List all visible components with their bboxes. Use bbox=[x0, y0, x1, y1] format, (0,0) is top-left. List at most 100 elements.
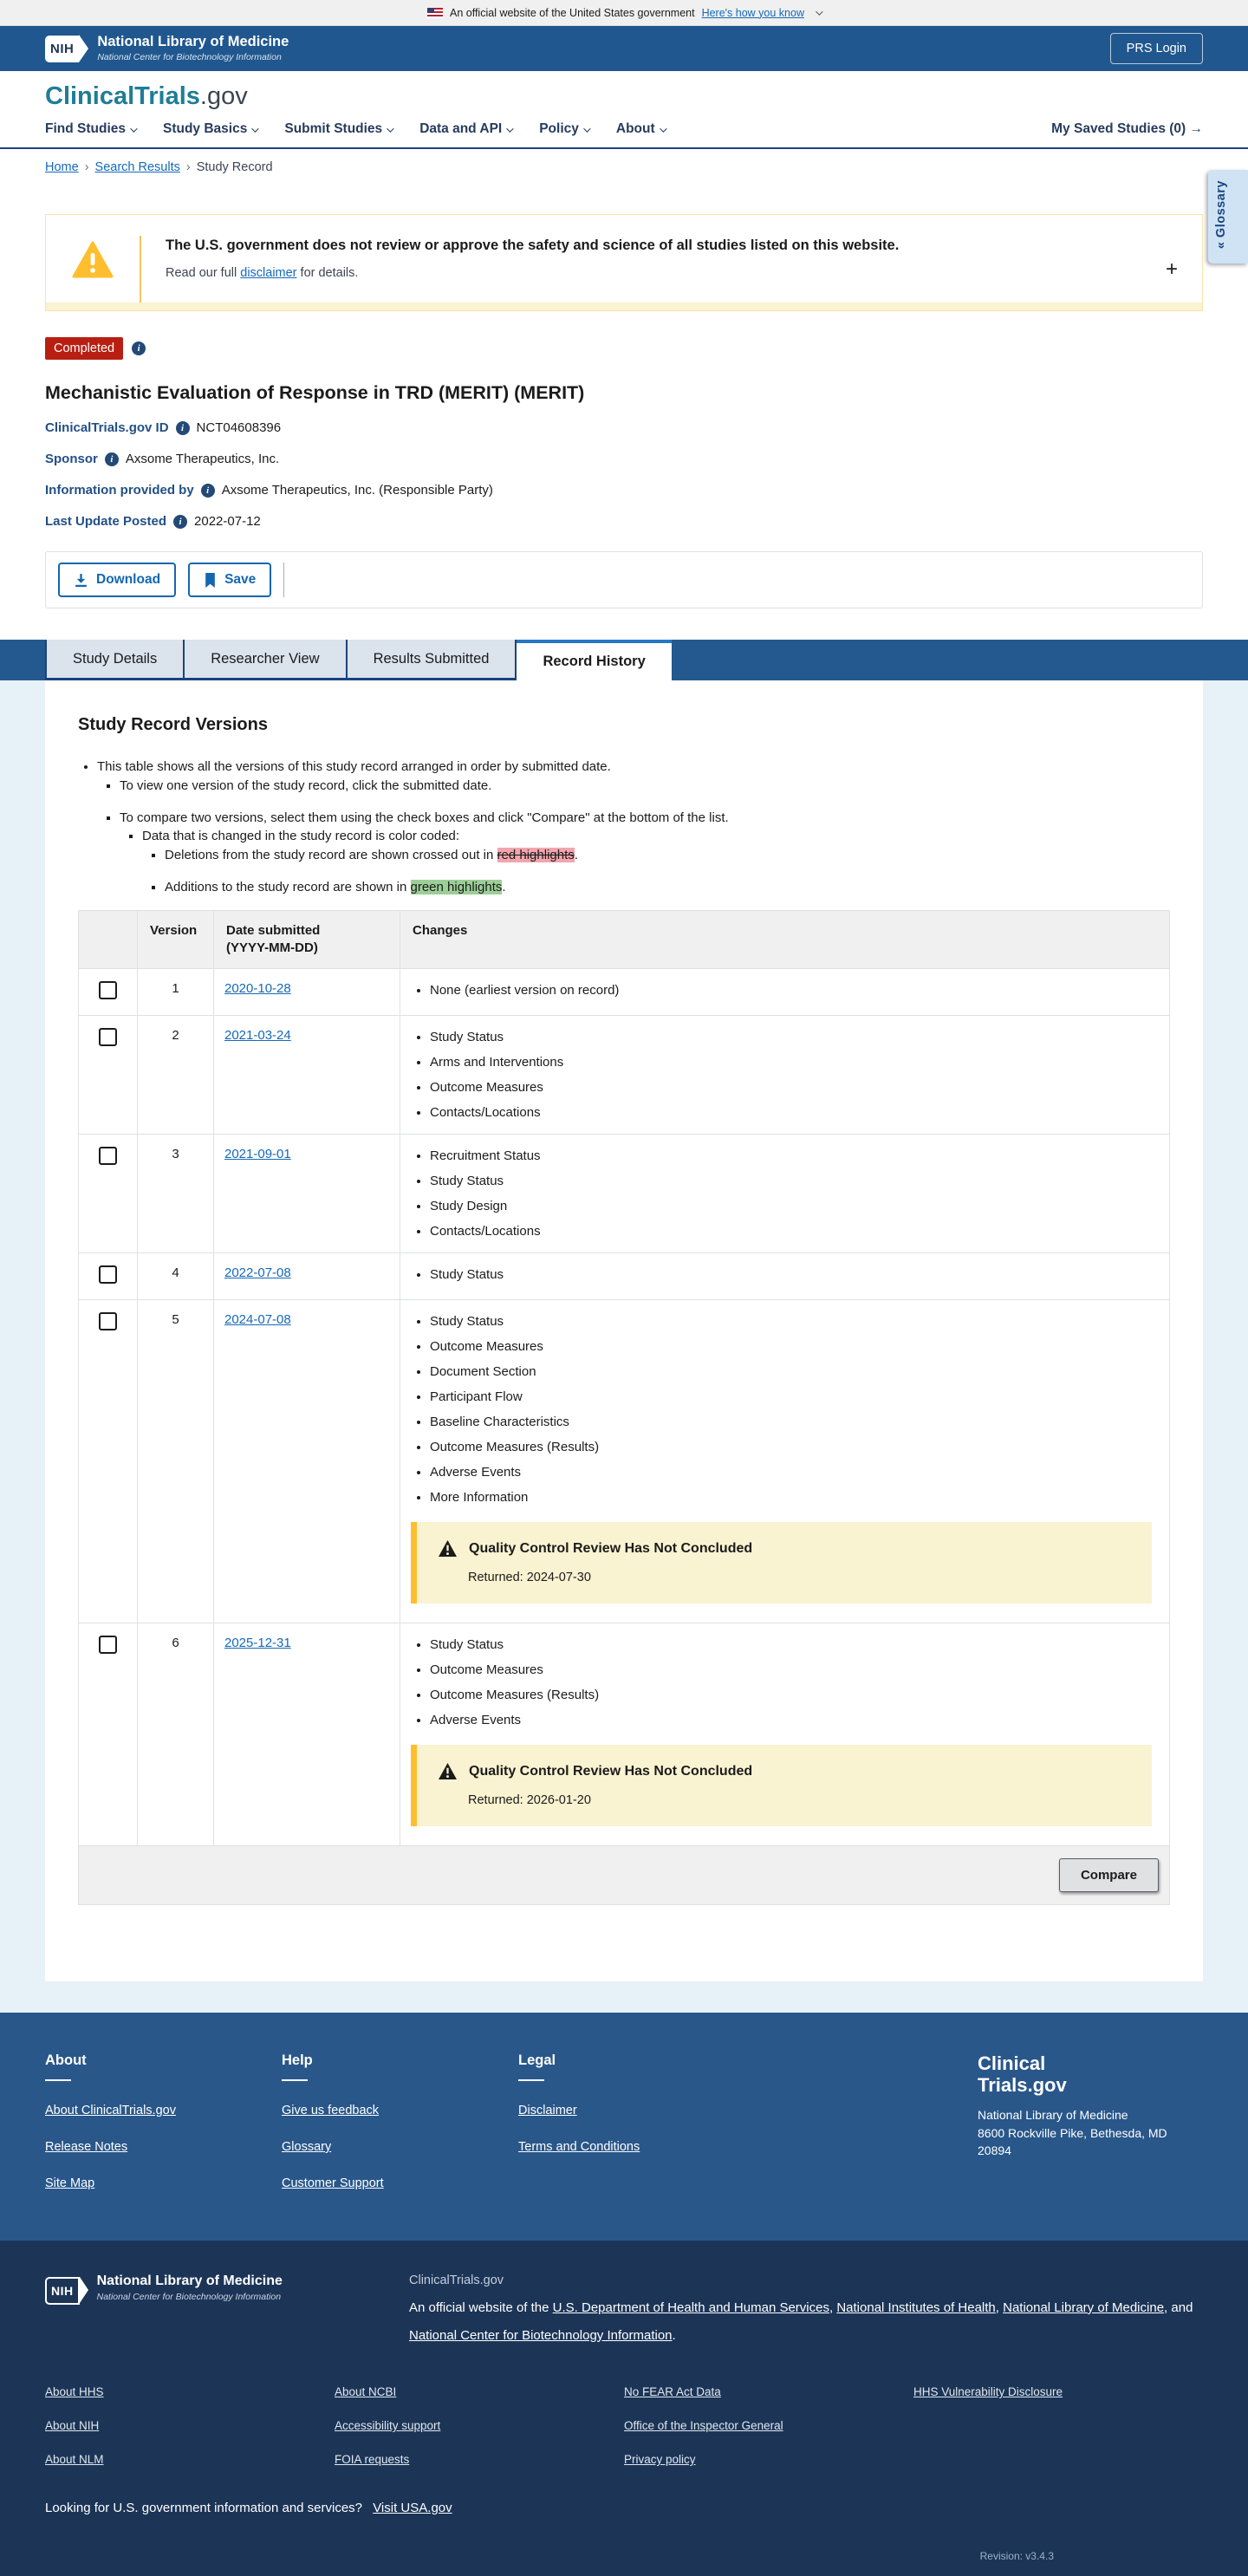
prs-login-button[interactable]: PRS Login bbox=[1110, 33, 1203, 64]
tab-strip: Study DetailsResearcher ViewResults Subm… bbox=[0, 640, 1248, 680]
table-row: 22021-03-24Study StatusArms and Interven… bbox=[79, 1016, 1170, 1135]
table-footer-row: Compare bbox=[79, 1846, 1170, 1905]
change-item: Contacts/Locations bbox=[430, 1105, 1159, 1120]
footer-link-disclaimer[interactable]: Disclaimer bbox=[518, 2104, 755, 2117]
version-date-link[interactable]: 2024-07-08 bbox=[224, 1312, 291, 1327]
version-checkbox[interactable] bbox=[99, 981, 117, 999]
change-item: Outcome Measures (Results) bbox=[430, 1688, 1159, 1702]
nav-item-submit-studies[interactable]: Submit Studies bbox=[284, 121, 392, 137]
how-you-know-link[interactable]: Here's how you know bbox=[702, 7, 804, 19]
nlm-link-no-fear-act-data[interactable]: No FEAR Act Data bbox=[624, 2385, 913, 2398]
save-button[interactable]: Save bbox=[188, 563, 271, 597]
my-saved-studies-link[interactable]: My Saved Studies (0) → bbox=[1051, 121, 1203, 137]
footer-link-release-notes[interactable]: Release Notes bbox=[45, 2140, 282, 2154]
nlm-link-about-nih[interactable]: About NIH bbox=[45, 2419, 335, 2432]
footer-link-site-map[interactable]: Site Map bbox=[45, 2176, 282, 2190]
nlm-link-accessibility-support[interactable]: Accessibility support bbox=[335, 2419, 624, 2432]
info-icon[interactable]: i bbox=[105, 452, 119, 466]
tab-study-details[interactable]: Study Details bbox=[45, 640, 185, 680]
table-row: 42022-07-08Study Status bbox=[79, 1253, 1170, 1300]
version-date-link[interactable]: 2021-09-01 bbox=[224, 1147, 291, 1161]
nav-item-about[interactable]: About bbox=[616, 121, 665, 137]
tab-results-submitted[interactable]: Results Submitted bbox=[348, 640, 517, 680]
nlm-link-privacy-policy[interactable]: Privacy policy bbox=[624, 2453, 913, 2466]
chevron-down-icon bbox=[252, 125, 259, 132]
revision-label: Revision: v3.4.3 bbox=[45, 2550, 1203, 2562]
change-item: None (earliest version on record) bbox=[430, 983, 1159, 998]
section-heading: Study Record Versions bbox=[78, 715, 1170, 735]
version-checkbox[interactable] bbox=[99, 1312, 117, 1330]
changes-cell: Study StatusOutcome MeasuresOutcome Meas… bbox=[400, 1623, 1170, 1846]
intro-line-4b: Additions to the study record are shown … bbox=[165, 878, 1170, 897]
study-fields: ClinicalTrials.gov IDiNCT04608396Sponsor… bbox=[45, 420, 1203, 529]
footer-link-give-us-feedback[interactable]: Give us feedback bbox=[282, 2104, 518, 2117]
version-column-header: Version bbox=[138, 910, 214, 969]
breadcrumb-home[interactable]: Home bbox=[45, 160, 79, 174]
changes-cell: None (earliest version on record) bbox=[400, 969, 1170, 1016]
official-link-national-institutes-of-health[interactable]: National Institutes of Health bbox=[836, 2300, 995, 2315]
footer-link-glossary[interactable]: Glossary bbox=[282, 2140, 518, 2154]
version-date-link[interactable]: 2022-07-08 bbox=[224, 1265, 291, 1280]
expand-banner-button[interactable]: + bbox=[1141, 236, 1202, 302]
date-column-header: Date submitted (YYYY-MM-DD) bbox=[214, 910, 400, 969]
nlm-link-about-ncbi[interactable]: About NCBI bbox=[335, 2385, 624, 2398]
version-checkbox[interactable] bbox=[99, 1147, 117, 1165]
nav-item-data-and-api[interactable]: Data and API bbox=[419, 121, 511, 137]
field-value: 2022-07-12 bbox=[194, 514, 261, 529]
nlm-footer-logo[interactable]: NIH National Library of Medicine Nationa… bbox=[45, 2274, 409, 2349]
official-link-national-library-of-medicine[interactable]: National Library of Medicine bbox=[1003, 2300, 1164, 2315]
table-row: 52024-07-08Study StatusOutcome MeasuresD… bbox=[79, 1300, 1170, 1623]
field-value: Axsome Therapeutics, Inc. (Responsible P… bbox=[222, 483, 493, 498]
footer-column-help: Help Give us feedback Glossary Customer Sup… bbox=[282, 2052, 518, 2190]
field-label: Sponsor bbox=[45, 452, 98, 466]
intro-line-4a: Deletions from the study record are show… bbox=[165, 846, 1170, 865]
version-cell: 5 bbox=[138, 1300, 214, 1623]
official-link-u-s-department-of-health-and-human-services[interactable]: U.S. Department of Health and Human Serv… bbox=[553, 2300, 829, 2315]
info-icon[interactable]: i bbox=[173, 515, 187, 529]
info-icon[interactable]: i bbox=[132, 342, 146, 355]
version-checkbox[interactable] bbox=[99, 1265, 117, 1284]
official-link-national-center-for-biotechnology-information[interactable]: National Center for Biotechnology Inform… bbox=[409, 2328, 673, 2343]
change-item: Study Status bbox=[430, 1030, 1159, 1044]
info-icon[interactable]: i bbox=[201, 484, 215, 498]
nih-logo[interactable]: NIH National Library of Medicine Nationa… bbox=[45, 34, 289, 62]
version-checkbox[interactable] bbox=[99, 1636, 117, 1654]
field-label: Information provided by bbox=[45, 483, 194, 498]
footer-link-customer-support[interactable]: Customer Support bbox=[282, 2176, 518, 2190]
nlm-link-about-hhs[interactable]: About HHS bbox=[45, 2385, 335, 2398]
version-date-link[interactable]: 2020-10-28 bbox=[224, 981, 291, 996]
footer-link-terms-and-conditions[interactable]: Terms and Conditions bbox=[518, 2140, 755, 2154]
footer-column-heading: Help bbox=[282, 2052, 518, 2069]
change-item: Outcome Measures (Results) bbox=[430, 1440, 1159, 1454]
tab-record-history[interactable]: Record History bbox=[517, 640, 671, 680]
compare-button[interactable]: Compare bbox=[1059, 1858, 1159, 1892]
nlm-link-office-of-the-inspector-general[interactable]: Office of the Inspector General bbox=[624, 2419, 913, 2432]
qc-review-callout: Quality Control Review Has Not Concluded… bbox=[411, 1745, 1152, 1826]
study-field-last-update-posted: Last Update Postedi2022-07-12 bbox=[45, 514, 1203, 529]
visit-usagov-link[interactable]: Visit USA.gov bbox=[373, 2501, 452, 2515]
warning-triangle-icon bbox=[438, 1762, 458, 1780]
breadcrumb-search-results[interactable]: Search Results bbox=[95, 160, 180, 174]
disclaimer-link[interactable]: disclaimer bbox=[240, 266, 296, 280]
footer-link-about-clinicaltrials-gov[interactable]: About ClinicalTrials.gov bbox=[45, 2104, 282, 2117]
nlm-link-about-nlm[interactable]: About NLM bbox=[45, 2453, 335, 2466]
tab-researcher-view[interactable]: Researcher View bbox=[185, 640, 347, 680]
nav-item-policy[interactable]: Policy bbox=[539, 121, 588, 137]
nlm-link-hhs-vulnerability-disclosure[interactable]: HHS Vulnerability Disclosure bbox=[913, 2385, 1203, 2398]
glossary-side-tab[interactable]: « Glossary bbox=[1208, 170, 1248, 263]
nav-item-study-basics[interactable]: Study Basics bbox=[163, 121, 257, 137]
version-date-link[interactable]: 2025-12-31 bbox=[224, 1636, 291, 1650]
chevron-down-icon bbox=[506, 125, 513, 132]
nlm-footer-site: ClinicalTrials.gov bbox=[409, 2274, 1203, 2287]
nav-item-find-studies[interactable]: Find Studies bbox=[45, 121, 135, 137]
version-date-link[interactable]: 2021-03-24 bbox=[224, 1028, 291, 1043]
qc-returned-date: Returned: 2026-01-20 bbox=[468, 1793, 1134, 1807]
study-header: Completed i Mechanistic Evaluation of Re… bbox=[0, 311, 1248, 529]
intro-line-2b: To compare two versions, select them usi… bbox=[120, 809, 1170, 897]
info-icon[interactable]: i bbox=[176, 421, 190, 435]
download-button[interactable]: Download bbox=[58, 563, 176, 597]
checkbox-column-header bbox=[79, 910, 138, 969]
nlm-link-foia-requests[interactable]: FOIA requests bbox=[335, 2453, 624, 2466]
clinicaltrials-logo[interactable]: ClinicalTrials.gov bbox=[45, 82, 1203, 111]
version-checkbox[interactable] bbox=[99, 1028, 117, 1046]
